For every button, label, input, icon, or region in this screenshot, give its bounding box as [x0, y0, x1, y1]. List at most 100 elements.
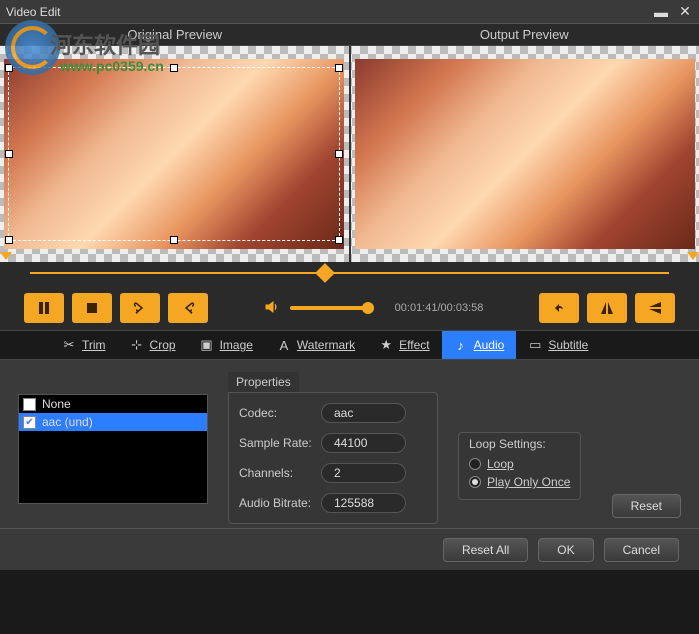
- bitrate-label: Audio Bitrate:: [239, 496, 321, 510]
- bitrate-value: 125588: [321, 493, 406, 513]
- tab-subtitle-label: Subtitle: [548, 338, 588, 352]
- tab-audio[interactable]: ♪ Audio: [442, 331, 517, 359]
- playback-controls: 00:01:41/00:03:58: [0, 286, 699, 330]
- editor-tabs: ✂ Trim ⊹ Crop ▣ Image A Watermark ★ Effe…: [0, 330, 699, 360]
- crop-handle-top[interactable]: [170, 64, 178, 72]
- flip-vertical-button[interactable]: [635, 293, 675, 323]
- scissors-icon: ✂: [62, 338, 76, 352]
- preview-area: [0, 46, 699, 262]
- watermark-icon: A: [277, 338, 291, 352]
- seek-start-marker[interactable]: [0, 252, 12, 260]
- flip-horizontal-button[interactable]: [587, 293, 627, 323]
- music-note-icon: ♪: [454, 338, 468, 352]
- crop-handle-left[interactable]: [5, 150, 13, 158]
- channels-value: 2: [321, 463, 406, 483]
- stop-icon: [84, 300, 100, 316]
- flip-vertical-icon: [647, 300, 663, 316]
- stop-button[interactable]: [72, 293, 112, 323]
- reset-all-button[interactable]: Reset All: [443, 538, 528, 562]
- tab-subtitle[interactable]: ▭ Subtitle: [516, 331, 600, 359]
- play-once-radio-label: Play Only Once: [487, 475, 570, 489]
- codec-value: aac: [321, 403, 406, 423]
- cancel-button[interactable]: Cancel: [604, 538, 679, 562]
- track-none[interactable]: None: [19, 395, 207, 413]
- output-video-frame: [355, 59, 695, 249]
- seek-thumb[interactable]: [315, 263, 335, 283]
- seek-bar[interactable]: [0, 262, 699, 286]
- tab-watermark[interactable]: A Watermark: [265, 331, 367, 359]
- undo-icon: [551, 300, 567, 316]
- preview-header: Original Preview Output Preview: [0, 24, 699, 46]
- ok-button[interactable]: OK: [538, 538, 593, 562]
- tab-effect[interactable]: ★ Effect: [367, 331, 441, 359]
- properties-title: Properties: [228, 372, 299, 392]
- play-once-radio[interactable]: [469, 476, 481, 488]
- close-button[interactable]: ✕: [677, 4, 693, 20]
- window-controls: ▬ ✕: [653, 4, 693, 20]
- output-preview-label: Output Preview: [350, 24, 699, 45]
- tab-image-label: Image: [220, 338, 253, 352]
- audio-track-list[interactable]: None ✔ aac (und): [18, 394, 208, 504]
- star-icon: ★: [379, 338, 393, 352]
- track-aac[interactable]: ✔ aac (und): [19, 413, 207, 431]
- loop-radio[interactable]: [469, 458, 481, 470]
- tab-audio-label: Audio: [474, 338, 505, 352]
- play-once-option[interactable]: Play Only Once: [469, 475, 570, 489]
- pause-button[interactable]: [24, 293, 64, 323]
- tab-crop-label: Crop: [150, 338, 176, 352]
- codec-label: Codec:: [239, 406, 321, 420]
- crop-selection-box[interactable]: [8, 67, 340, 241]
- original-video-frame: [4, 59, 344, 249]
- minimize-button[interactable]: ▬: [653, 4, 669, 20]
- seek-track[interactable]: [30, 272, 669, 274]
- original-preview-label: Original Preview: [0, 24, 350, 45]
- tab-effect-label: Effect: [399, 338, 429, 352]
- samplerate-label: Sample Rate:: [239, 436, 321, 450]
- window-title: Video Edit: [6, 5, 61, 19]
- track-aac-label: aac (und): [42, 415, 93, 429]
- cut-start-button[interactable]: [120, 293, 160, 323]
- scissors-right-icon: [180, 300, 196, 316]
- tab-watermark-label: Watermark: [297, 338, 355, 352]
- loop-settings-title: Loop Settings:: [469, 437, 570, 451]
- properties-panel: Properties Codec: aac Sample Rate: 44100…: [228, 372, 438, 516]
- titlebar: Video Edit ▬ ✕: [0, 0, 699, 24]
- crop-handle-bottom-right[interactable]: [335, 236, 343, 244]
- volume-control: 00:01:41/00:03:58: [264, 299, 484, 318]
- image-icon: ▣: [200, 338, 214, 352]
- volume-thumb[interactable]: [362, 302, 374, 314]
- track-none-label: None: [42, 397, 71, 411]
- crop-handle-top-left[interactable]: [5, 64, 13, 72]
- undo-button[interactable]: [539, 293, 579, 323]
- crop-handle-bottom[interactable]: [170, 236, 178, 244]
- crop-handle-bottom-left[interactable]: [5, 236, 13, 244]
- tab-trim-label: Trim: [82, 338, 106, 352]
- crop-handle-right[interactable]: [335, 150, 343, 158]
- loop-radio-label: Loop: [487, 457, 514, 471]
- crop-handle-top-right[interactable]: [335, 64, 343, 72]
- track-none-checkbox[interactable]: [23, 398, 36, 411]
- output-preview-pane[interactable]: [351, 46, 699, 262]
- crop-icon: ⊹: [130, 338, 144, 352]
- subtitle-icon: ▭: [528, 338, 542, 352]
- loop-settings-panel: Loop Settings: Loop Play Only Once: [458, 432, 581, 516]
- pause-icon: [36, 300, 52, 316]
- reset-button[interactable]: Reset: [612, 494, 681, 518]
- original-preview-pane[interactable]: [0, 46, 351, 262]
- dialog-footer: Reset All OK Cancel: [0, 528, 699, 570]
- audio-editor-panel: None ✔ aac (und) Properties Codec: aac S…: [0, 360, 699, 528]
- tab-image[interactable]: ▣ Image: [188, 331, 265, 359]
- flip-horizontal-icon: [599, 300, 615, 316]
- scissors-left-icon: [132, 300, 148, 316]
- volume-icon[interactable]: [264, 299, 280, 318]
- loop-option[interactable]: Loop: [469, 457, 570, 471]
- cut-end-button[interactable]: [168, 293, 208, 323]
- track-aac-checkbox[interactable]: ✔: [23, 416, 36, 429]
- tab-trim[interactable]: ✂ Trim: [50, 331, 118, 359]
- tab-crop[interactable]: ⊹ Crop: [118, 331, 188, 359]
- channels-label: Channels:: [239, 466, 321, 480]
- volume-slider[interactable]: [290, 306, 370, 310]
- samplerate-value: 44100: [321, 433, 406, 453]
- seek-end-marker[interactable]: [687, 252, 699, 260]
- time-display: 00:01:41/00:03:58: [395, 302, 484, 314]
